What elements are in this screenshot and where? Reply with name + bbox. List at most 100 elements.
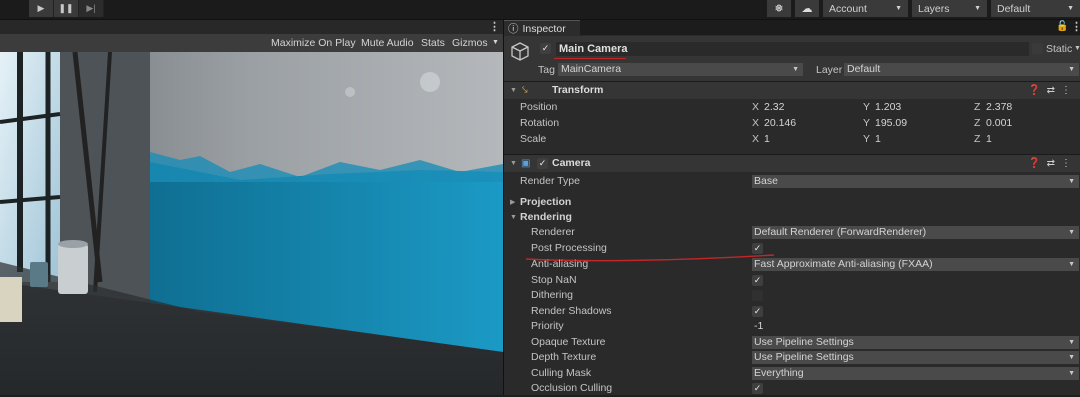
help-icon[interactable]: ❓ [1028, 85, 1046, 96]
step-button[interactable]: ▶| [79, 0, 104, 17]
dithering-checkbox[interactable] [752, 290, 763, 301]
opaque-texture-row: Opaque Texture Use Pipeline Settings ▼ [504, 335, 1080, 351]
collab-icon: ❅ [774, 3, 784, 15]
depth-texture-label: Depth Texture [531, 351, 597, 363]
chevron-down-icon: ▼ [1068, 178, 1075, 185]
stats-toggle[interactable]: Stats [421, 34, 445, 52]
opaque-texture-value: Use Pipeline Settings [754, 336, 854, 348]
foldout-expanded-icon[interactable]: ▼ [510, 155, 517, 172]
tab-inspector[interactable]: ⓘ Inspector [504, 20, 580, 36]
position-z-field[interactable]: 2.378 [984, 101, 1080, 114]
layers-label: Layers [918, 2, 950, 15]
foldout-expanded-icon[interactable]: ▼ [510, 210, 517, 226]
scale-label: Scale [520, 133, 547, 145]
priority-value: -1 [754, 320, 764, 332]
render-type-dropdown[interactable]: Base ▼ [752, 175, 1079, 188]
layer-value: Default [847, 63, 881, 75]
anti-aliasing-row: Anti-aliasing Fast Approximate Anti-alia… [504, 257, 1080, 273]
culling-mask-value: Everything [754, 367, 804, 379]
kebab-menu-icon[interactable]: ⋮ [489, 20, 500, 33]
cloud-button[interactable]: ☁ [795, 0, 819, 17]
inspector-tab-label: Inspector [522, 22, 566, 35]
info-icon: ⓘ [508, 23, 519, 35]
rotation-x-field[interactable]: 20.146 [762, 117, 862, 130]
layers-dropdown[interactable]: Layers ▼ [912, 0, 987, 17]
scale-z-field[interactable]: 1 [984, 133, 1080, 146]
position-x-field[interactable]: 2.32 [762, 101, 862, 114]
renderer-label: Renderer [531, 226, 575, 238]
gizmos-toggle[interactable]: Gizmos [452, 34, 488, 52]
depth-texture-value: Use Pipeline Settings [754, 351, 854, 363]
stop-nan-checkbox[interactable]: ✓ [752, 275, 763, 286]
kebab-menu-icon[interactable]: ⋮ [1061, 85, 1077, 96]
scale-y-field[interactable]: 1 [873, 133, 973, 146]
projection-label: Projection [520, 196, 572, 208]
play-button[interactable]: ▶ [29, 0, 54, 17]
maximize-on-play-toggle[interactable]: Maximize On Play [271, 34, 356, 52]
transform-title: Transform [552, 84, 604, 96]
chevron-down-icon: ▼ [1068, 370, 1075, 377]
depth-texture-dropdown[interactable]: Use Pipeline Settings ▼ [752, 351, 1079, 364]
transform-component-header[interactable]: ▼ ⤥ Transform ❓⇄⋮ [504, 81, 1080, 99]
culling-mask-dropdown[interactable]: Everything ▼ [752, 367, 1079, 380]
culling-mask-row: Culling Mask Everything ▼ [504, 366, 1080, 382]
rendering-foldout[interactable]: ▼ Rendering [504, 210, 1080, 226]
kebab-menu-icon[interactable]: ⋮ [1061, 158, 1077, 169]
rotation-z-field[interactable]: 0.001 [984, 117, 1080, 130]
mute-audio-toggle[interactable]: Mute Audio [361, 34, 414, 52]
chevron-down-icon[interactable]: ▼ [1074, 42, 1080, 56]
account-dropdown[interactable]: Account ▼ [823, 0, 908, 17]
component-actions[interactable]: ❓⇄⋮ [1028, 155, 1077, 172]
game-view-toolbar: Maximize On Play Mute Audio Stats Gizmos… [0, 34, 503, 52]
priority-label: Priority [531, 320, 564, 332]
kebab-menu-icon[interactable]: ⋮ [1071, 20, 1080, 33]
occlusion-culling-checkbox[interactable]: ✓ [752, 383, 763, 394]
camera-icon: ▣ [521, 158, 531, 169]
opaque-texture-label: Opaque Texture [531, 336, 606, 348]
rotation-label: Rotation [520, 117, 560, 129]
anti-aliasing-label: Anti-aliasing [531, 258, 589, 270]
camera-enabled-checkbox[interactable]: ✓ [537, 158, 548, 169]
projection-foldout[interactable]: ▶ Projection [504, 195, 1080, 211]
preset-icon[interactable]: ⇄ [1047, 158, 1061, 169]
gameobject-header: ✓ Main Camera Static ▼ Tag MainCamera ▼ L… [504, 36, 1080, 82]
camera-component-header[interactable]: ▼ ▣ ✓ Camera ❓⇄⋮ [504, 154, 1080, 172]
layer-dropdown[interactable]: Default ▼ [844, 63, 1079, 76]
foldout-collapsed-icon[interactable]: ▶ [510, 195, 515, 211]
renderer-dropdown[interactable]: Default Renderer (ForwardRenderer) ▼ [752, 226, 1079, 239]
preset-icon[interactable]: ⇄ [1047, 85, 1061, 96]
annotation-underline [554, 58, 626, 59]
gameobject-cube-icon [511, 42, 529, 61]
scale-x-field[interactable]: 1 [762, 133, 862, 146]
static-label: Static [1046, 43, 1073, 55]
rotation-y-field[interactable]: 195.09 [873, 117, 973, 130]
chevron-down-icon: ▼ [974, 5, 981, 12]
opaque-texture-dropdown[interactable]: Use Pipeline Settings ▼ [752, 336, 1079, 349]
cloud-icon: ☁ [801, 3, 813, 15]
position-y-field[interactable]: 1.203 [873, 101, 973, 114]
render-shadows-label: Render Shadows [531, 305, 612, 317]
main-toolbar: ▶ ❚❚ ▶| ❅ ☁ Account ▼ Layers ▼ Default ▼ [0, 0, 1080, 20]
pause-icon: ❚❚ [58, 3, 74, 13]
priority-field[interactable]: -1 [752, 320, 1079, 333]
object-name-field[interactable]: Main Camera [556, 42, 1029, 56]
axis-z-label: Z [974, 133, 981, 145]
anti-aliasing-dropdown[interactable]: Fast Approximate Anti-aliasing (FXAA) ▼ [752, 258, 1079, 271]
game-view-render[interactable] [0, 52, 503, 395]
render-shadows-checkbox[interactable]: ✓ [752, 306, 763, 317]
layout-dropdown[interactable]: Default ▼ [991, 0, 1080, 17]
help-icon[interactable]: ❓ [1028, 158, 1046, 169]
account-label: Account [829, 2, 867, 15]
depth-texture-row: Depth Texture Use Pipeline Settings ▼ [504, 350, 1080, 366]
active-checkbox[interactable]: ✓ [540, 43, 551, 54]
axis-x-label: X [752, 133, 760, 145]
component-actions[interactable]: ❓⇄⋮ [1028, 82, 1077, 99]
static-checkbox[interactable] [1032, 43, 1043, 54]
chevron-down-icon: ▼ [895, 5, 902, 12]
tag-dropdown[interactable]: MainCamera ▼ [558, 63, 803, 76]
chevron-down-icon[interactable]: ▼ [492, 34, 499, 52]
lock-icon[interactable]: 🔓 [1056, 21, 1068, 32]
foldout-expanded-icon[interactable]: ▼ [510, 82, 517, 99]
pause-button[interactable]: ❚❚ [54, 0, 79, 17]
collab-button[interactable]: ❅ [767, 0, 791, 17]
